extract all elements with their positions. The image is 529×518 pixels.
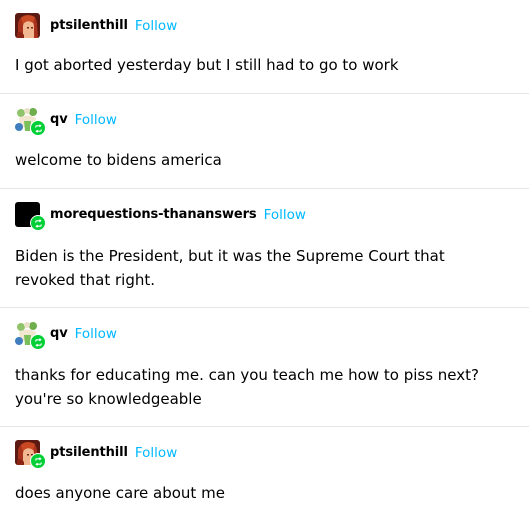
- thread-post: morequestions-thananswers Follow Biden i…: [0, 189, 529, 308]
- post-text: welcome to bidens america: [15, 151, 222, 169]
- post-header: ptsilenthill Follow: [15, 13, 177, 38]
- username[interactable]: ptsilenthill: [50, 18, 128, 33]
- post-text: thanks for educating me. can you teach m…: [15, 366, 479, 408]
- thread-post: ptsilenthill Follow I got aborted yester…: [0, 0, 529, 94]
- reblog-badge: [30, 334, 46, 350]
- reblog-icon: [34, 123, 42, 133]
- post-header: qv Follow: [15, 321, 117, 350]
- follow-button[interactable]: Follow: [264, 207, 306, 223]
- thread-post: ptsilenthill Follow does anyone care abo…: [0, 427, 529, 518]
- username[interactable]: qv: [50, 326, 68, 341]
- red-hair-character-avatar-icon: [15, 13, 40, 38]
- follow-button[interactable]: Follow: [135, 445, 177, 461]
- thread-post: qv Follow thanks for educating me. can y…: [0, 308, 529, 427]
- reblog-thread: ptsilenthill Follow I got aborted yester…: [0, 0, 529, 518]
- post-text: I got aborted yesterday but I still had …: [15, 56, 399, 74]
- username[interactable]: morequestions-thananswers: [50, 207, 257, 222]
- thread-post: qv Follow welcome to bidens america: [0, 94, 529, 189]
- avatar[interactable]: [15, 321, 46, 350]
- post-header: ptsilenthill Follow: [15, 440, 177, 469]
- reblog-badge: [30, 215, 46, 231]
- avatar[interactable]: [15, 13, 40, 38]
- avatar[interactable]: [15, 440, 46, 469]
- post-header: qv Follow: [15, 107, 117, 136]
- reblog-icon: [34, 218, 42, 228]
- reblog-badge: [30, 453, 46, 469]
- reblog-icon: [34, 456, 42, 466]
- follow-button[interactable]: Follow: [75, 112, 117, 128]
- post-text: Biden is the President, but it was the S…: [15, 247, 445, 289]
- post-text: does anyone care about me: [15, 484, 225, 502]
- username[interactable]: qv: [50, 112, 68, 127]
- avatar[interactable]: [15, 202, 46, 231]
- reblog-badge: [30, 120, 46, 136]
- reblog-icon: [34, 337, 42, 347]
- post-header: morequestions-thananswers Follow: [15, 202, 306, 231]
- follow-button[interactable]: Follow: [75, 326, 117, 342]
- avatar[interactable]: [15, 107, 46, 136]
- username[interactable]: ptsilenthill: [50, 445, 128, 460]
- follow-button[interactable]: Follow: [135, 18, 177, 34]
